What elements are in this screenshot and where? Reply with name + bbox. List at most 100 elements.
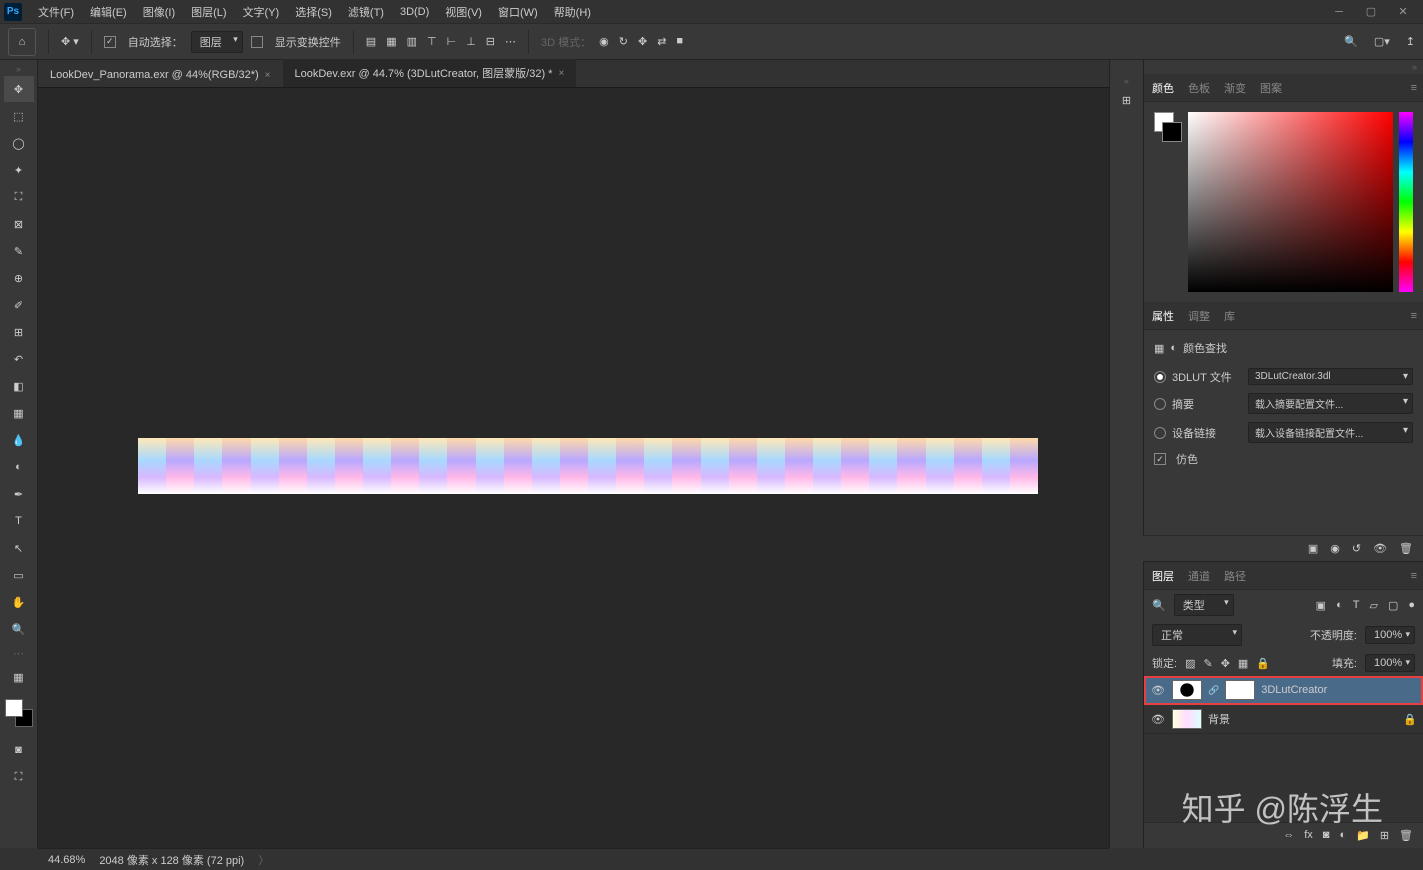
move-tool[interactable]: ✥ [4, 76, 34, 102]
rectangle-tool[interactable]: ▭ [4, 562, 34, 588]
align-middle-icon[interactable]: ⊢ [447, 35, 457, 48]
tab-libraries[interactable]: 库 [1224, 308, 1235, 324]
workspace-icon[interactable]: ▢▾ [1374, 35, 1390, 48]
layer-thumbnail[interactable] [1172, 680, 1202, 700]
close-icon[interactable]: × [558, 68, 564, 79]
panel-menu-icon[interactable]: ≡ [1411, 310, 1417, 322]
menu-help[interactable]: 帮助(H) [546, 0, 599, 23]
filter-type-dropdown[interactable]: 类型 [1174, 594, 1234, 616]
panel-menu-icon[interactable]: ≡ [1411, 570, 1417, 582]
reset-icon[interactable]: ↺ [1352, 542, 1361, 555]
new-layer-icon[interactable]: ⊞ [1380, 829, 1389, 842]
path-select-tool[interactable]: ↖ [4, 535, 34, 561]
align-left-icon[interactable]: ▤ [366, 35, 376, 48]
visibility-icon[interactable]: 👁 [1373, 542, 1387, 555]
document-tab-1[interactable]: LookDev_Panorama.exr @ 44%(RGB/32*)× [38, 63, 283, 87]
lut-dropdown[interactable]: 3DLutCreator.3dl [1248, 368, 1413, 385]
eraser-tool[interactable]: ◧ [4, 373, 34, 399]
filter-smart-icon[interactable]: ▢ [1388, 599, 1398, 612]
pen-tool[interactable]: ✒ [4, 481, 34, 507]
lut-radio[interactable] [1154, 371, 1166, 383]
auto-select-dropdown[interactable]: 图层 [191, 31, 243, 53]
menu-file[interactable]: 文件(F) [30, 0, 82, 23]
align-right-icon[interactable]: ▥ [407, 35, 417, 48]
move-tool-icon[interactable]: ✥ ▾ [61, 35, 79, 48]
share-icon[interactable]: ↥ [1406, 35, 1415, 48]
eyedropper-tool[interactable]: ✎ [4, 238, 34, 264]
menu-layer[interactable]: 图层(L) [183, 0, 234, 23]
hue-slider[interactable] [1399, 112, 1413, 292]
distribute-icon[interactable]: ⊟ [486, 35, 495, 48]
minimize-button[interactable]: ─ [1323, 0, 1355, 24]
panel-menu-icon[interactable]: ≡ [1411, 82, 1417, 94]
zoom-level[interactable]: 44.68% [48, 854, 85, 866]
eye-icon[interactable]: 👁 [1150, 711, 1166, 727]
marquee-tool[interactable]: ⬚ [4, 103, 34, 129]
edit-toolbar[interactable]: ▦ [4, 664, 34, 690]
menu-view[interactable]: 视图(V) [437, 0, 490, 23]
zoom-tool[interactable]: 🔍 [4, 616, 34, 642]
blend-mode-dropdown[interactable]: 正常 [1152, 624, 1242, 646]
collapsed-panel-icon[interactable]: ⊞ [1122, 94, 1131, 107]
layer-thumbnail[interactable] [1172, 709, 1202, 729]
device-radio[interactable] [1154, 427, 1166, 439]
menu-image[interactable]: 图像(I) [135, 0, 183, 23]
blur-tool[interactable]: 💧 [4, 427, 34, 453]
tab-layers[interactable]: 图层 [1152, 568, 1174, 584]
color-swatches[interactable] [5, 699, 33, 727]
lock-trans-icon[interactable]: ▨ [1185, 657, 1195, 670]
tab-adjustments[interactable]: 调整 [1188, 308, 1210, 324]
home-button[interactable]: ⌂ [8, 28, 36, 56]
search-icon[interactable]: 🔍 [1344, 35, 1358, 48]
type-tool[interactable]: T [4, 508, 34, 534]
layer-row[interactable]: 👁 🔗 3DLutCreator [1144, 676, 1423, 705]
layer-name[interactable]: 背景 [1208, 711, 1230, 727]
filter-shape-icon[interactable]: ▱ [1369, 599, 1377, 612]
gradient-tool[interactable]: ▦ [4, 400, 34, 426]
frame-tool[interactable]: ⊠ [4, 211, 34, 237]
opacity-dropdown[interactable]: 100% [1365, 626, 1415, 644]
hand-tool[interactable]: ✋ [4, 589, 34, 615]
history-brush-tool[interactable]: ↶ [4, 346, 34, 372]
maximize-button[interactable]: ▢ [1355, 0, 1387, 24]
lock-pixel-icon[interactable]: ✎ [1203, 657, 1212, 670]
menu-filter[interactable]: 滤镜(T) [340, 0, 392, 23]
menu-select[interactable]: 选择(S) [287, 0, 340, 23]
new-group-icon[interactable]: 📁 [1356, 829, 1370, 842]
lock-all-icon[interactable]: 🔒 [1256, 657, 1270, 670]
tab-properties[interactable]: 属性 [1152, 308, 1174, 324]
color-field[interactable] [1188, 112, 1393, 292]
screen-mode-tool[interactable]: ⛶ [4, 764, 34, 790]
link-layers-icon[interactable]: ⇔ [1283, 829, 1294, 842]
brush-tool[interactable]: ✐ [4, 292, 34, 318]
quick-mask-tool[interactable]: ◙ [4, 737, 34, 763]
new-adj-icon[interactable]: ◐ [1339, 829, 1346, 842]
align-bottom-icon[interactable]: ⊥ [466, 35, 476, 48]
tab-channels[interactable]: 通道 [1188, 568, 1210, 584]
lock-nest-icon[interactable]: ▦ [1238, 657, 1248, 670]
fill-dropdown[interactable]: 100% [1365, 654, 1415, 672]
crop-tool[interactable]: ⛶ [4, 184, 34, 210]
lock-pos-icon[interactable]: ✥ [1221, 657, 1230, 670]
abstract-dropdown[interactable]: 载入摘要配置文件... [1248, 393, 1413, 414]
delete-layer-icon[interactable]: 🗑 [1399, 829, 1413, 842]
foreground-color[interactable] [5, 699, 23, 717]
tab-color[interactable]: 颜色 [1152, 80, 1174, 96]
mask-thumbnail[interactable] [1225, 680, 1255, 700]
document-tab-2[interactable]: LookDev.exr @ 44.7% (3DLutCreator, 图层蒙版/… [283, 59, 577, 87]
align-top-icon[interactable]: ⊤ [427, 35, 437, 48]
layer-row[interactable]: 👁 背景 🔒 [1144, 705, 1423, 734]
fx-icon[interactable]: fx [1304, 829, 1313, 842]
align-center-h-icon[interactable]: ▦ [386, 35, 396, 48]
healing-tool[interactable]: ⊕ [4, 265, 34, 291]
bg-swatch[interactable] [1162, 122, 1182, 142]
menu-window[interactable]: 窗口(W) [490, 0, 546, 23]
magic-wand-tool[interactable]: ✦ [4, 157, 34, 183]
clip-icon[interactable]: ▣ [1308, 542, 1318, 555]
show-transform-checkbox[interactable] [251, 36, 263, 48]
menu-3d[interactable]: 3D(D) [392, 0, 437, 23]
doc-info[interactable]: 2048 像素 x 128 像素 (72 ppi) [99, 852, 244, 868]
tab-paths[interactable]: 路径 [1224, 568, 1246, 584]
prev-icon[interactable]: ◉ [1330, 542, 1340, 555]
canvas[interactable] [38, 88, 1109, 848]
